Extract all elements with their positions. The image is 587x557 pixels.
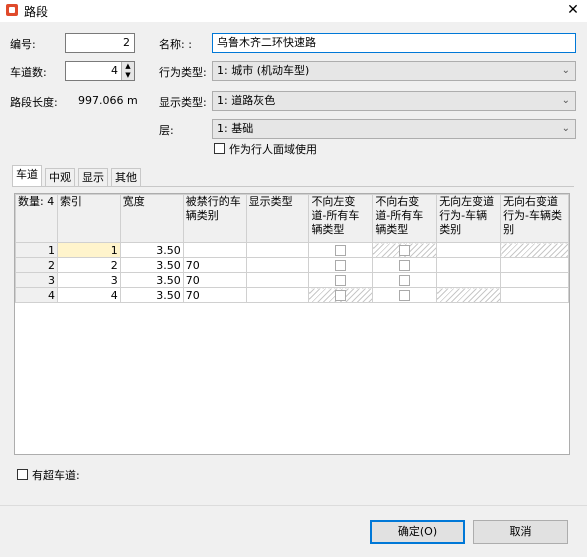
index-cell[interactable]: 2 — [56, 257, 121, 273]
display-label: 显示类型: — [159, 96, 207, 109]
no-right-behavior-cell[interactable] — [500, 272, 569, 288]
column-header[interactable]: 宽度 — [119, 194, 184, 243]
layer-value: 1: 基础 — [217, 122, 254, 135]
pedestrian-label: 作为行人面域使用 — [229, 143, 317, 156]
no-right-change-cell[interactable] — [372, 272, 438, 288]
chevron-down-icon: ⌄ — [561, 65, 570, 76]
tab-divider — [12, 186, 574, 187]
table-row[interactable]: 2 2 3.50 70 — [15, 257, 569, 273]
no-right-behavior-cell[interactable] — [500, 287, 569, 303]
no-left-change-cell[interactable] — [308, 257, 374, 273]
tab-other[interactable]: 其他 — [111, 168, 141, 186]
no-right-behavior-cell[interactable] — [500, 257, 569, 273]
lanes-label: 车道数: — [10, 66, 47, 79]
tab-meso[interactable]: 中观 — [45, 168, 75, 186]
display-type-cell[interactable] — [245, 272, 310, 288]
blocked-cell[interactable]: 70 — [182, 272, 247, 288]
no-left-change-cell[interactable] — [308, 272, 374, 288]
no-left-behavior-cell[interactable] — [436, 242, 502, 258]
no-left-change-cell — [308, 287, 374, 303]
cell-checkbox[interactable] — [399, 290, 411, 301]
window-title: 路段 — [24, 5, 49, 19]
index-cell[interactable]: 4 — [56, 287, 121, 303]
no-right-change-cell[interactable] — [372, 257, 438, 273]
no-left-behavior-cell — [436, 287, 502, 303]
lanes-grid[interactable]: 数量: 4 索引 宽度 被禁行的车辆类别 显示类型 不向左变道-所有车辆类型 不… — [14, 193, 570, 455]
id-field[interactable]: 2 — [65, 33, 135, 53]
row-number: 2 — [15, 257, 58, 273]
overtake-label: 有超车道: — [32, 469, 80, 482]
display-type-cell[interactable] — [245, 257, 310, 273]
row-number: 4 — [15, 287, 58, 303]
blocked-cell[interactable] — [182, 242, 247, 258]
tab-lanes[interactable]: 车道 — [12, 165, 42, 187]
name-field[interactable]: 乌鲁木齐二环快速路 — [212, 33, 576, 53]
cell-checkbox[interactable] — [335, 245, 347, 256]
cell-checkbox[interactable] — [335, 260, 347, 271]
pedestrian-checkbox[interactable] — [214, 143, 225, 154]
width-cell[interactable]: 3.50 — [119, 242, 184, 258]
display-value: 1: 道路灰色 — [217, 94, 276, 107]
column-header[interactable]: 显示类型 — [245, 194, 310, 243]
cell-checkbox — [399, 245, 411, 256]
blocked-cell[interactable]: 70 — [182, 287, 247, 303]
lanes-table: 数量: 4 索引 宽度 被禁行的车辆类别 显示类型 不向左变道-所有车辆类型 不… — [15, 194, 569, 303]
cell-checkbox[interactable] — [335, 275, 347, 286]
column-header[interactable]: 数量: 4 — [15, 194, 58, 243]
ok-button[interactable]: 确定(O) — [370, 520, 465, 544]
length-label: 路段长度: — [10, 96, 58, 109]
length-value: 997.066 m — [78, 94, 138, 107]
width-cell[interactable]: 3.50 — [119, 257, 184, 273]
cell-checkbox — [335, 290, 347, 301]
table-row[interactable]: 1 1 3.50 — [15, 242, 569, 258]
chevron-down-icon: ⌄ — [561, 95, 570, 106]
behavior-value: 1: 城市 (机动车型) — [217, 64, 310, 77]
chevron-down-icon: ⌄ — [561, 123, 570, 134]
behavior-select[interactable]: 1: 城市 (机动车型) ⌄ — [212, 61, 576, 81]
lanes-stepper[interactable]: 4 ▲ ▼ — [65, 61, 135, 81]
no-left-behavior-cell[interactable] — [436, 272, 502, 288]
app-icon — [6, 4, 18, 16]
column-header[interactable]: 不向右变道-所有车辆类型 — [372, 194, 438, 243]
lanes-value: 4 — [111, 64, 118, 77]
spin-arrows-icon[interactable]: ▲ ▼ — [121, 62, 134, 80]
behavior-label: 行为类型: — [159, 66, 207, 79]
display-type-cell[interactable] — [245, 242, 310, 258]
index-cell[interactable]: 1 — [56, 242, 121, 258]
blocked-cell[interactable]: 70 — [182, 257, 247, 273]
column-header[interactable]: 不向左变道-所有车辆类型 — [308, 194, 374, 243]
title-bar — [0, 0, 587, 22]
column-header[interactable]: 被禁行的车辆类别 — [182, 194, 247, 243]
column-header[interactable]: 无向右变道行为-车辆类别 — [500, 194, 569, 243]
layer-select[interactable]: 1: 基础 ⌄ — [212, 119, 576, 139]
id-label: 编号: — [10, 38, 36, 51]
no-right-change-cell — [372, 242, 438, 258]
display-type-cell[interactable] — [245, 287, 310, 303]
column-header[interactable]: 索引 — [56, 194, 121, 243]
row-number: 1 — [15, 242, 58, 258]
display-select[interactable]: 1: 道路灰色 ⌄ — [212, 91, 576, 111]
close-icon[interactable]: ✕ — [560, 0, 586, 22]
index-cell[interactable]: 3 — [56, 272, 121, 288]
name-label: 名称: : — [159, 38, 192, 51]
no-right-change-cell[interactable] — [372, 287, 438, 303]
no-left-change-cell[interactable] — [308, 242, 374, 258]
tab-display[interactable]: 显示 — [78, 168, 108, 186]
overtake-checkbox[interactable] — [17, 469, 28, 480]
layer-label: 层: — [159, 124, 174, 137]
cell-checkbox[interactable] — [399, 260, 411, 271]
table-row[interactable]: 3 3 3.50 70 — [15, 272, 569, 288]
no-right-behavior-cell — [500, 242, 569, 258]
cell-checkbox[interactable] — [399, 275, 411, 286]
row-number: 3 — [15, 272, 58, 288]
width-cell[interactable]: 3.50 — [119, 287, 184, 303]
width-cell[interactable]: 3.50 — [119, 272, 184, 288]
cancel-button[interactable]: 取消 — [473, 520, 568, 544]
no-left-behavior-cell[interactable] — [436, 257, 502, 273]
column-header[interactable]: 无向左变道行为-车辆类别 — [436, 194, 502, 243]
table-row[interactable]: 4 4 3.50 70 — [15, 287, 569, 303]
